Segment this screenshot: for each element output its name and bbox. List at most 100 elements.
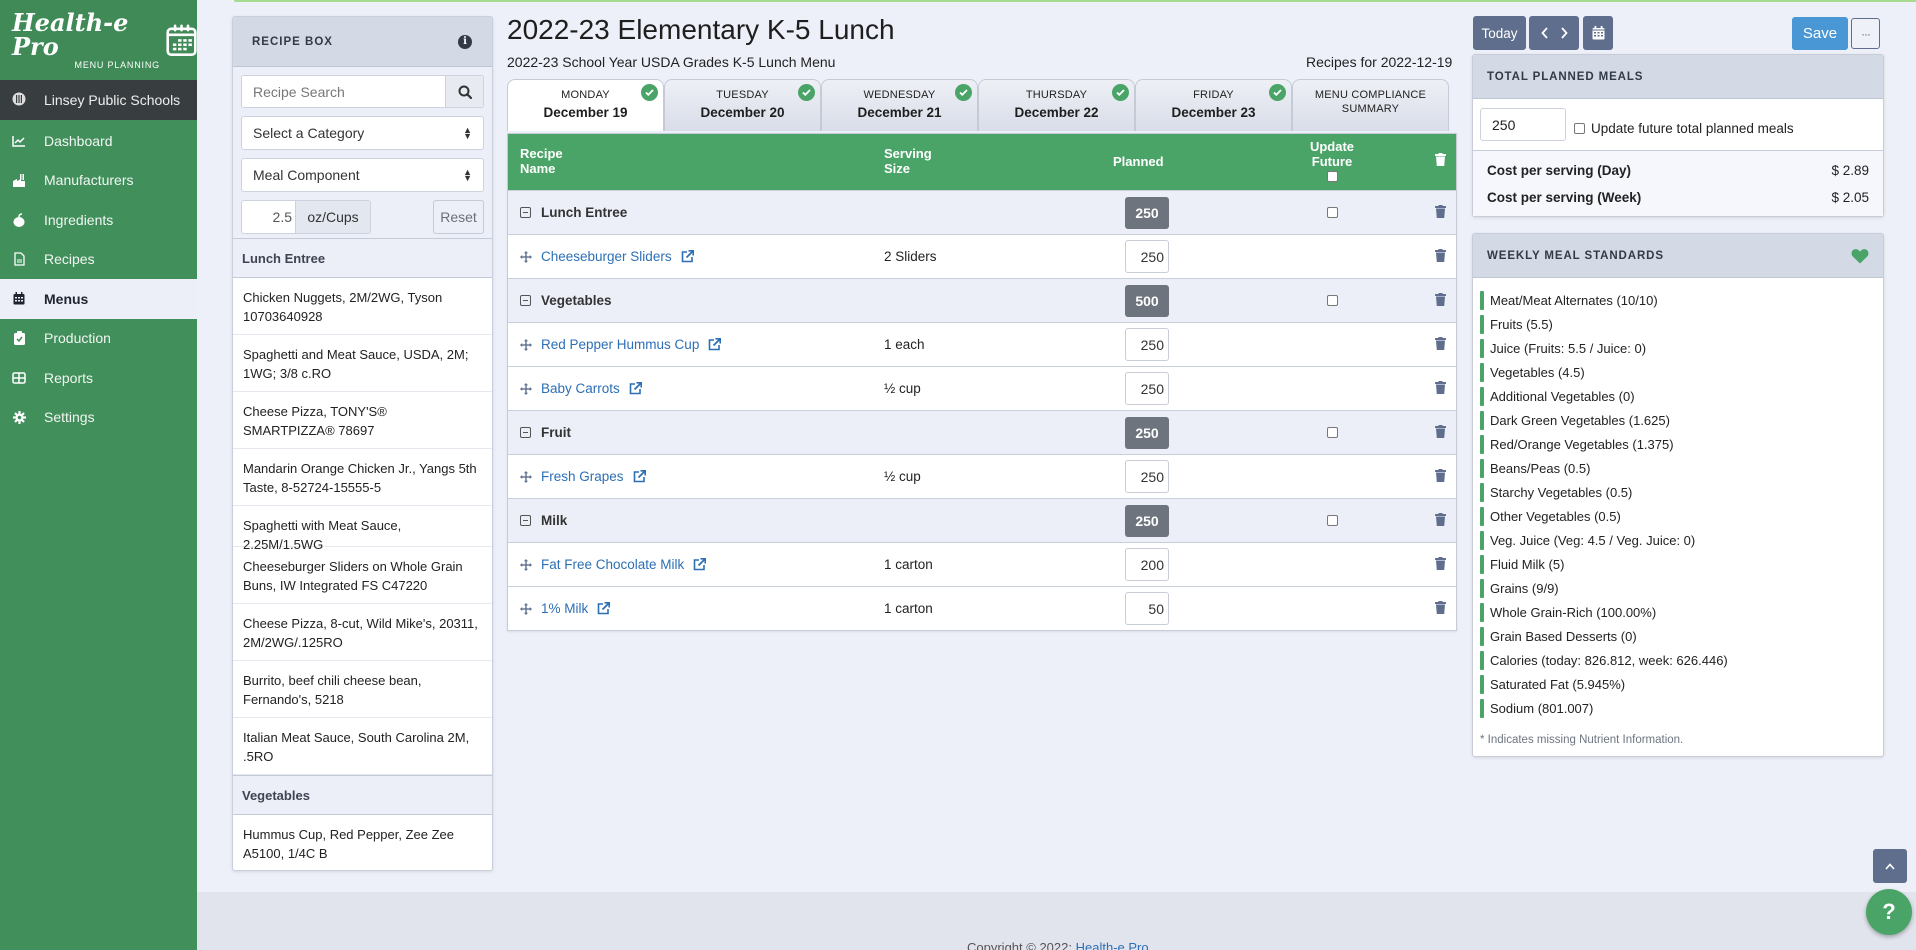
recipe-search-input[interactable]: [242, 76, 445, 107]
tab-tuesday[interactable]: TUESDAY December 20: [664, 79, 821, 131]
trash-icon[interactable]: [1435, 600, 1446, 617]
save-button[interactable]: Save: [1792, 17, 1848, 50]
planned-input[interactable]: 250: [1125, 460, 1169, 493]
drag-handle-icon[interactable]: [520, 382, 532, 395]
calendar-picker-button[interactable]: [1583, 16, 1613, 50]
external-link-icon[interactable]: [629, 382, 642, 395]
recipe-box-item[interactable]: Spaghetti and Meat Sauce, USDA, 2M; 1WG;…: [233, 335, 492, 392]
app-logo[interactable]: Health-e Pro MENU PLANNING: [0, 0, 197, 80]
collapse-icon[interactable]: [520, 515, 531, 526]
sidebar-item-production[interactable]: Production: [0, 319, 197, 359]
trash-icon[interactable]: [1435, 336, 1446, 353]
recipe-link[interactable]: Fat Free Chocolate Milk: [541, 557, 684, 572]
update-future-checkbox[interactable]: [1327, 427, 1338, 438]
external-link-icon[interactable]: [633, 470, 646, 483]
collapse-icon[interactable]: [520, 207, 531, 218]
district-selector[interactable]: Linsey Public Schools: [0, 80, 197, 120]
tab-friday[interactable]: FRIDAY December 23: [1135, 79, 1292, 131]
tab-monday[interactable]: MONDAY December 19: [507, 79, 664, 131]
sidebar-item-ingredients[interactable]: Ingredients: [0, 200, 197, 240]
reset-button[interactable]: Reset: [433, 200, 484, 234]
search-button[interactable]: [445, 76, 483, 107]
drag-handle-icon[interactable]: [520, 338, 532, 351]
trash-icon[interactable]: [1435, 380, 1446, 397]
drag-handle-icon[interactable]: [520, 250, 532, 263]
tab-menu-compliance-summary[interactable]: MENU COMPLIANCE SUMMARY: [1292, 79, 1449, 131]
recipe-box-item[interactable]: Chicken Nuggets, 2M/2WG, Tyson 107036409…: [233, 278, 492, 335]
group-planned-total: 250: [1125, 504, 1169, 537]
trash-icon[interactable]: [1435, 204, 1446, 221]
planned-input[interactable]: 250: [1125, 372, 1169, 405]
trash-icon[interactable]: [1435, 468, 1446, 485]
delete-all-icon[interactable]: [1435, 153, 1446, 166]
standard-label: Vegetables (4.5): [1490, 364, 1585, 380]
recipe-box-item[interactable]: Cheese Pizza, 8-cut, Wild Mike's, 20311,…: [233, 604, 492, 661]
meal-component-select[interactable]: Meal Component ▲ ▼: [241, 158, 484, 192]
trash-icon[interactable]: [1435, 556, 1446, 573]
sidebar-item-settings[interactable]: Settings: [0, 398, 197, 438]
cost-week-value: $ 2.05: [1831, 190, 1869, 205]
chevron-right-icon[interactable]: [1560, 27, 1568, 39]
collapse-icon[interactable]: [520, 295, 531, 306]
trash-icon[interactable]: [1435, 424, 1446, 441]
sidebar-item-menus[interactable]: Menus: [0, 279, 197, 319]
footer-link[interactable]: Health-e Pro: [1076, 940, 1149, 950]
planned-cell: 250: [1125, 235, 1169, 278]
drag-handle-icon[interactable]: [520, 558, 532, 571]
external-link-icon[interactable]: [681, 250, 694, 263]
recipe-box-item[interactable]: Cheeseburger Sliders on Whole Grain Buns…: [233, 547, 492, 604]
trash-icon[interactable]: [1435, 292, 1446, 309]
recipe-box-item[interactable]: Hummus Cup, Red Pepper, Zee Zee A5100, 1…: [233, 815, 492, 870]
recipe-link[interactable]: Cheeseburger Sliders: [541, 249, 672, 264]
tab-wednesday[interactable]: WEDNESDAY December 21: [821, 79, 978, 131]
group-name: Lunch Entree: [541, 205, 628, 220]
external-link-icon[interactable]: [597, 602, 611, 615]
category-select[interactable]: Select a Category ▲ ▼: [241, 116, 484, 150]
external-link-icon[interactable]: [693, 558, 707, 571]
update-future-total-checkbox[interactable]: [1574, 123, 1585, 134]
drag-handle-icon[interactable]: [520, 470, 532, 483]
scroll-to-top-button[interactable]: [1873, 849, 1907, 883]
collapse-icon[interactable]: [520, 427, 531, 438]
recipe-link[interactable]: Red Pepper Hummus Cup: [541, 337, 699, 352]
recipe-search-group: [241, 75, 484, 108]
update-future-checkbox[interactable]: [1327, 515, 1338, 526]
standard-item: Grain Based Desserts (0): [1480, 624, 1876, 648]
recipe-box-item[interactable]: Cheese Pizza, TONY'S® SMARTPIZZA® 78697: [233, 392, 492, 449]
weekly-meal-standards-panel: WEEKLY MEAL STANDARDS Meat/Meat Alternat…: [1472, 233, 1884, 757]
trash-icon[interactable]: [1435, 248, 1446, 265]
planned-input[interactable]: 50: [1125, 592, 1169, 625]
recipe-link[interactable]: 1% Milk: [541, 601, 588, 616]
external-link-icon[interactable]: [708, 338, 722, 351]
recipe-box-item[interactable]: Italian Meat Sauce, South Carolina 2M, .…: [233, 718, 492, 775]
sidebar-item-reports[interactable]: Reports: [0, 358, 197, 398]
help-button[interactable]: ?: [1866, 889, 1912, 935]
district-name: Linsey Public Schools: [44, 92, 181, 108]
portion-input[interactable]: 2.5: [242, 201, 295, 233]
planned-input[interactable]: 250: [1125, 328, 1169, 361]
info-icon[interactable]: i: [458, 34, 472, 49]
sidebar-item-manufacturers[interactable]: Manufacturers: [0, 161, 197, 201]
standard-item: Other Vegetables (0.5): [1480, 504, 1876, 528]
chevron-left-icon[interactable]: [1540, 27, 1549, 39]
update-future-all-checkbox[interactable]: [1327, 171, 1338, 182]
standard-item: Sodium (801.007): [1480, 696, 1876, 720]
recipe-box-item[interactable]: Burrito, beef chili cheese bean, Fernand…: [233, 661, 492, 718]
more-options-button[interactable]: ···: [1851, 18, 1880, 49]
today-button[interactable]: Today: [1473, 16, 1526, 50]
update-future-checkbox[interactable]: [1327, 207, 1338, 218]
recipe-box-item[interactable]: Spaghetti with Meat Sauce, 2.25M/1.5WG: [233, 506, 492, 552]
planned-input[interactable]: 200: [1125, 548, 1169, 581]
total-planned-meals-input[interactable]: 250: [1480, 108, 1566, 141]
tab-thursday[interactable]: THURSDAY December 22: [978, 79, 1135, 131]
drag-handle-icon[interactable]: [520, 602, 532, 615]
sidebar-item-dashboard[interactable]: Dashboard: [0, 121, 197, 161]
recipe-link[interactable]: Baby Carrots: [541, 381, 620, 396]
recipe-link[interactable]: Fresh Grapes: [541, 469, 624, 484]
recipe-box-item[interactable]: Mandarin Orange Chicken Jr., Yangs 5th T…: [233, 449, 492, 506]
update-future-checkbox[interactable]: [1327, 295, 1338, 306]
trash-icon[interactable]: [1435, 512, 1446, 529]
planned-input[interactable]: 250: [1125, 240, 1169, 273]
update-future-total-toggle[interactable]: Update future total planned meals: [1574, 121, 1794, 136]
sidebar-item-recipes[interactable]: Recipes: [0, 240, 197, 280]
